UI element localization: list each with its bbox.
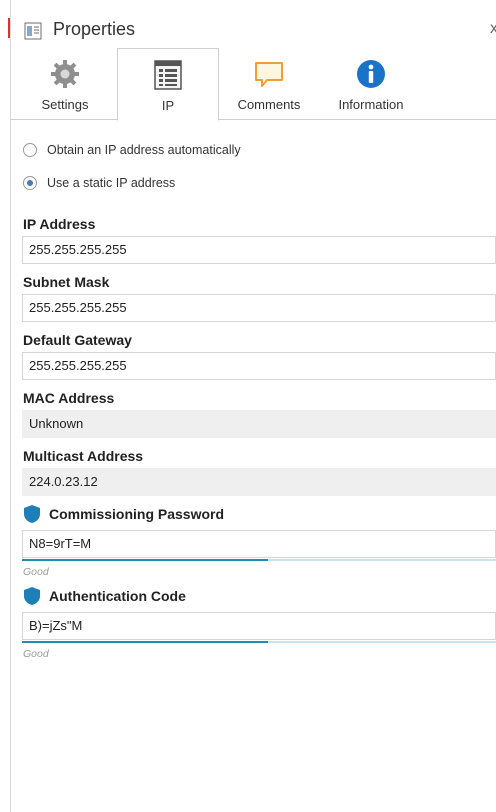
subnet-mask-input[interactable]: 255.255.255.255 <box>22 294 496 322</box>
multicast-address-label: Multicast Address <box>23 448 144 464</box>
tab-information-label: Information <box>338 97 404 112</box>
default-gateway-input[interactable]: 255.255.255.255 <box>22 352 496 380</box>
code-strength-bar <box>22 641 496 643</box>
tab-strip: Settings IP Comments Information <box>11 48 496 121</box>
comment-icon <box>255 62 283 87</box>
code-strength-label: Good <box>23 648 49 660</box>
properties-icon <box>24 22 42 40</box>
tab-comments-label: Comments <box>237 97 301 112</box>
multicast-address-value: 224.0.23.12 <box>22 468 496 496</box>
radio-button-selected[interactable] <box>23 176 37 190</box>
default-gateway-label: Default Gateway <box>23 332 132 348</box>
tab-comments[interactable]: Comments <box>225 48 313 120</box>
authentication-code-label: Authentication Code <box>49 588 186 604</box>
radio-obtain-automatically[interactable]: Obtain an IP address automatically <box>23 140 241 160</box>
radio-label: Use a static IP address <box>47 176 176 190</box>
left-window-edge <box>0 0 11 812</box>
password-strength-fill <box>22 559 269 561</box>
mac-address-label: MAC Address <box>23 390 115 406</box>
tab-divider <box>11 119 496 120</box>
ip-address-input[interactable]: 255.255.255.255 <box>22 236 496 264</box>
tab-ip-label: IP <box>161 98 175 113</box>
subnet-mask-label: Subnet Mask <box>23 274 110 290</box>
commissioning-password-label: Commissioning Password <box>49 506 225 522</box>
ip-list-icon <box>154 60 182 90</box>
tab-information[interactable]: Information <box>329 48 413 120</box>
tab-settings[interactable]: Settings <box>13 48 117 120</box>
ip-address-label: IP Address <box>23 216 96 232</box>
gear-icon <box>51 60 79 88</box>
edge-accent <box>8 18 10 38</box>
shield-icon <box>24 587 40 605</box>
password-strength-label: Good <box>23 566 49 578</box>
radio-button[interactable] <box>23 143 37 157</box>
radio-label: Obtain an IP address automatically <box>47 143 241 157</box>
title-bar: Properties x <box>11 0 496 44</box>
properties-panel: Properties x Settings IP Comments Inform… <box>11 0 496 812</box>
authentication-code-input[interactable]: B)=jZs"M <box>22 612 496 640</box>
close-button[interactable]: x <box>490 20 496 38</box>
shield-icon <box>24 505 40 523</box>
password-strength-bar <box>22 559 496 561</box>
commissioning-password-input[interactable]: N8=9rT=M <box>22 530 496 558</box>
info-icon <box>357 60 385 88</box>
radio-static-ip[interactable]: Use a static IP address <box>23 173 175 193</box>
window-title: Properties <box>53 19 136 39</box>
mac-address-value: Unknown <box>22 410 496 438</box>
tab-ip[interactable]: IP <box>117 48 219 121</box>
tab-settings-label: Settings <box>41 97 89 112</box>
code-strength-fill <box>22 641 269 643</box>
